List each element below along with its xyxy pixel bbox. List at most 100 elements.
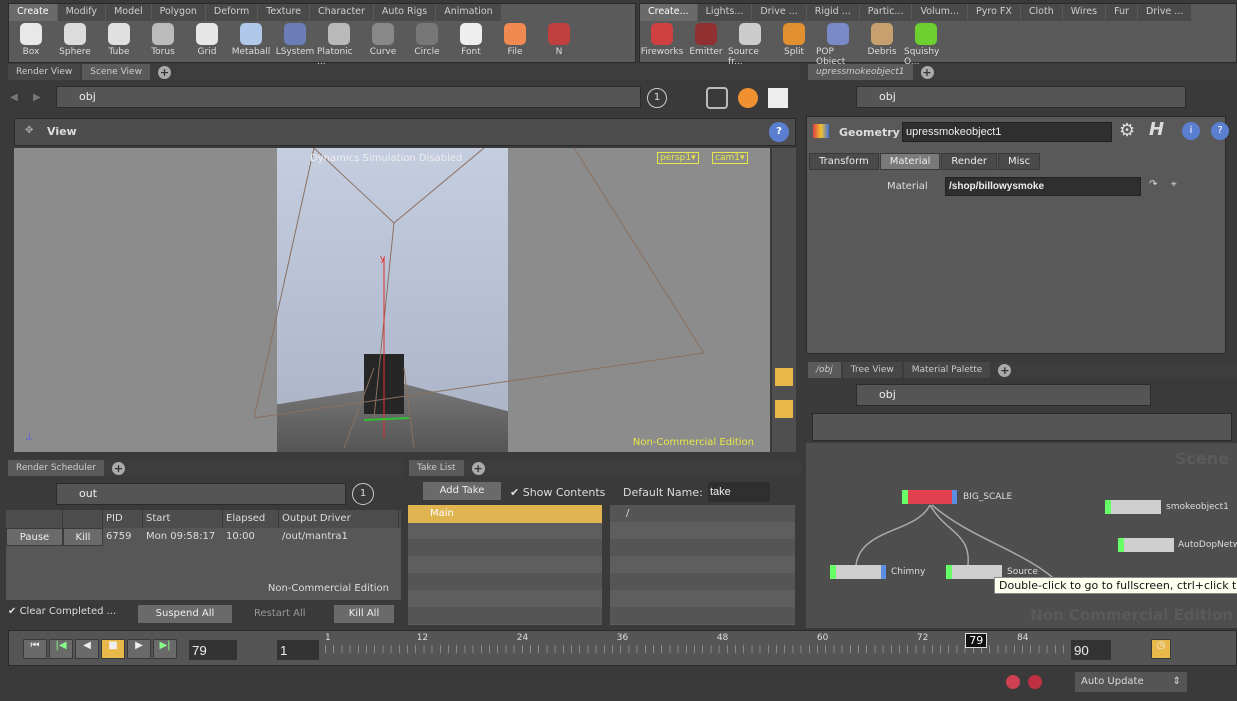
param-tab[interactable]: Material bbox=[879, 153, 941, 170]
shelf-tab[interactable]: Deform bbox=[205, 4, 258, 21]
tab-render-scheduler[interactable]: Render Scheduler bbox=[8, 460, 104, 476]
node-autodopnetwork[interactable] bbox=[1118, 538, 1174, 552]
shelf-tab[interactable]: Drive ... bbox=[752, 4, 806, 21]
add-tab-icon[interactable]: + bbox=[920, 65, 934, 79]
play-reverse-button[interactable]: ◀ bbox=[75, 639, 99, 659]
update-mode-select[interactable]: Auto Update ⇕ bbox=[1075, 672, 1187, 692]
shelf-tab[interactable]: Polygon bbox=[151, 4, 205, 21]
node-name-input[interactable] bbox=[902, 122, 1112, 142]
param-tab[interactable]: Render bbox=[941, 153, 997, 170]
material-input[interactable] bbox=[945, 177, 1141, 196]
tab-node-params[interactable]: upressmokeobject1 bbox=[808, 64, 913, 80]
shelf-tool[interactable]: Emitter bbox=[684, 23, 728, 67]
restart-all-button[interactable]: Restart All bbox=[254, 608, 306, 619]
shelf-tool[interactable]: N bbox=[537, 23, 581, 67]
shelf-tool[interactable]: Curve bbox=[361, 23, 405, 67]
shelf-tool[interactable]: Font bbox=[449, 23, 493, 67]
suspend-all-button[interactable]: Suspend All bbox=[137, 604, 233, 624]
pause-button[interactable]: Pause bbox=[6, 528, 63, 546]
network-editor[interactable]: Scene Non Commercial Edition BIG_SCALE s… bbox=[806, 443, 1237, 628]
end-frame-input[interactable] bbox=[1071, 640, 1111, 660]
wireframe-icon[interactable] bbox=[706, 87, 728, 109]
houdini-icon[interactable]: H bbox=[1149, 119, 1164, 140]
snapshot-button[interactable]: 1 bbox=[352, 483, 374, 505]
add-tab-icon[interactable]: + bbox=[111, 461, 125, 475]
display-option-icon[interactable] bbox=[775, 400, 793, 418]
shelf-tab[interactable]: Animation bbox=[436, 4, 501, 21]
node-chooser-icon[interactable]: ⌖ bbox=[1171, 179, 1177, 190]
gear-icon[interactable]: ⚙ bbox=[1119, 120, 1135, 141]
tab-scene-view[interactable]: Scene View bbox=[82, 64, 150, 80]
jump-end-button[interactable]: ▶| bbox=[153, 639, 177, 659]
shelf-tab[interactable]: Partic... bbox=[859, 4, 912, 21]
shelf-tab[interactable]: Modify bbox=[57, 4, 106, 21]
shelf-tab[interactable]: Create... bbox=[640, 4, 697, 21]
scheduler-path-input[interactable]: out bbox=[56, 483, 346, 505]
step-back-key-button[interactable]: |◀ bbox=[49, 639, 73, 659]
show-contents-checkbox[interactable]: ✔ Show Contents bbox=[510, 486, 605, 499]
shelf-tool[interactable]: File bbox=[493, 23, 537, 67]
kill-all-button[interactable]: Kill All bbox=[333, 604, 395, 624]
shelf-tool[interactable]: POP Object bbox=[816, 23, 860, 67]
shelf-tab[interactable]: Create bbox=[9, 4, 57, 21]
tab-take-list[interactable]: Take List bbox=[409, 460, 464, 476]
current-frame-marker[interactable]: 79 bbox=[965, 633, 988, 648]
forward-icon[interactable]: ▶ bbox=[33, 92, 41, 103]
tab-render-view[interactable]: Render View bbox=[8, 64, 81, 80]
jump-start-button[interactable]: ⏮ bbox=[23, 639, 47, 659]
default-name-input[interactable] bbox=[708, 482, 770, 502]
help-icon[interactable]: ? bbox=[1211, 122, 1229, 140]
back-icon[interactable]: ◀ bbox=[10, 92, 18, 103]
help-icon[interactable]: ? bbox=[769, 122, 789, 142]
shelf-tab[interactable]: Texture bbox=[258, 4, 310, 21]
realtime-toggle[interactable]: ◷ bbox=[1151, 639, 1171, 659]
shelf-tool[interactable]: Torus bbox=[141, 23, 185, 67]
clear-completed-checkbox[interactable]: ✔ Clear Completed ... bbox=[8, 606, 116, 617]
snapshot-button[interactable]: 1 bbox=[647, 88, 667, 108]
params-path-input[interactable]: obj bbox=[856, 86, 1186, 108]
shelf-tab[interactable]: Model bbox=[106, 4, 151, 21]
node-chimny[interactable] bbox=[830, 565, 886, 579]
interrupt-icon[interactable] bbox=[1028, 675, 1042, 689]
node-big-scale[interactable] bbox=[902, 490, 957, 504]
shelf-tab[interactable]: Wires bbox=[1062, 4, 1106, 21]
add-tab-icon[interactable]: + bbox=[157, 65, 171, 79]
path-input[interactable]: obj bbox=[56, 86, 641, 108]
start-frame-input[interactable] bbox=[277, 640, 319, 660]
add-tab-icon[interactable]: + bbox=[471, 461, 485, 475]
shelf-tab[interactable]: Pyro FX bbox=[968, 4, 1020, 21]
shelf-tool[interactable]: Metaball bbox=[229, 23, 273, 67]
shelf-tool[interactable]: Platonic ... bbox=[317, 23, 361, 67]
add-tab-icon[interactable]: + bbox=[998, 363, 1012, 377]
shelf-tool[interactable]: Debris bbox=[860, 23, 904, 67]
param-tab[interactable]: Misc bbox=[997, 153, 1041, 170]
shelf-tab[interactable]: Drive ... bbox=[1137, 4, 1192, 21]
network-path-input[interactable]: obj bbox=[856, 384, 1151, 406]
shelf-tool[interactable]: LSystem bbox=[273, 23, 317, 67]
jump-icon[interactable]: ↷ bbox=[1149, 179, 1157, 190]
shelf-tool[interactable]: Tube bbox=[97, 23, 141, 67]
play-button[interactable]: ▶ bbox=[127, 639, 151, 659]
info-icon[interactable]: i bbox=[1182, 122, 1200, 140]
background-icon[interactable] bbox=[768, 88, 788, 108]
shelf-tab[interactable]: Fur bbox=[1106, 4, 1137, 21]
shelf-tool[interactable]: Circle bbox=[405, 23, 449, 67]
shelf-tool[interactable]: Squishy O... bbox=[904, 23, 948, 67]
shelf-tab[interactable]: Cloth bbox=[1020, 4, 1062, 21]
kill-button[interactable]: Kill bbox=[63, 528, 103, 546]
tab-obj[interactable]: /obj bbox=[808, 362, 841, 378]
shelf-tool[interactable]: Box bbox=[9, 23, 53, 67]
node-smokeobject1[interactable] bbox=[1105, 500, 1161, 514]
take-item-main[interactable]: Main bbox=[408, 505, 602, 523]
shelf-tool[interactable]: Split bbox=[772, 23, 816, 67]
current-frame-input[interactable] bbox=[189, 640, 237, 660]
stop-button[interactable]: ■ bbox=[101, 639, 125, 659]
shelf-tool[interactable]: Source fr... bbox=[728, 23, 772, 67]
shelf-tool[interactable]: Grid bbox=[185, 23, 229, 67]
persp-menu[interactable]: persp1▾ bbox=[657, 152, 699, 164]
tab-tree-view[interactable]: Tree View bbox=[842, 362, 902, 378]
tab-material-palette[interactable]: Material Palette bbox=[903, 362, 991, 378]
shelf-tab[interactable]: Volum... bbox=[912, 4, 968, 21]
shelf-tab[interactable]: Lights... bbox=[697, 4, 752, 21]
display-option-icon[interactable] bbox=[775, 368, 793, 386]
